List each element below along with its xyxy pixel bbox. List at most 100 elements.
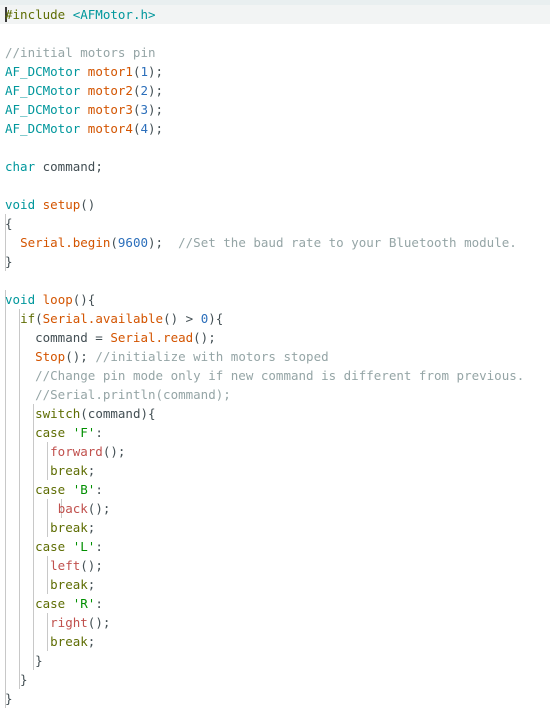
code-token: Stop (35, 349, 66, 364)
code-token: ( (110, 235, 118, 250)
code-line[interactable]: break; (0, 518, 95, 537)
code-token: #include (5, 7, 73, 22)
code-line[interactable]: char command; (0, 157, 103, 176)
code-token: void (5, 197, 36, 212)
code-line[interactable]: case 'R': (0, 594, 103, 613)
code-token: 4 (140, 121, 149, 136)
code-token: ; (87, 520, 96, 535)
code-line[interactable]: AF_DCMotor motor1(1); (0, 62, 163, 81)
code-token: { (5, 216, 13, 231)
code-editor-pane[interactable]: #include <AFMotor.h> //initial motors pin… (0, 0, 550, 718)
code-text-layer[interactable]: #include <AFMotor.h> //initial motors pin… (0, 0, 550, 718)
code-token: motor1 (87, 64, 133, 79)
code-token: char (5, 159, 36, 174)
code-token: 'B' (72, 482, 96, 497)
code-token: : (95, 482, 103, 497)
code-line[interactable]: forward(); (0, 442, 125, 461)
code-token: Serial.read (110, 330, 194, 345)
code-token: Serial.available (42, 311, 164, 326)
code-line[interactable]: back(); (0, 499, 111, 518)
code-line[interactable]: break; (0, 632, 95, 651)
code-token: : (95, 539, 103, 554)
code-line[interactable]: Serial.begin(9600); //Set the baud rate … (0, 233, 517, 252)
code-line[interactable] (0, 176, 5, 195)
code-line[interactable]: } (0, 252, 13, 271)
code-line[interactable]: case 'F': (0, 423, 103, 442)
code-token: 'L' (72, 539, 96, 554)
code-line[interactable]: } (0, 651, 43, 670)
code-token: break (50, 577, 88, 592)
code-token: } (5, 653, 43, 668)
code-token: //Change pin mode only if new command is… (35, 368, 525, 383)
code-line[interactable]: left(); (0, 556, 103, 575)
code-line[interactable] (0, 138, 5, 157)
code-line[interactable]: case 'B': (0, 480, 103, 499)
code-line[interactable]: //initial motors pin (0, 43, 156, 62)
code-token: motor4 (87, 121, 133, 136)
code-line[interactable]: //Serial.println(command); (0, 385, 231, 404)
code-line[interactable]: command = Serial.read(); (0, 328, 216, 347)
code-token: //initial motors pin (5, 45, 156, 60)
code-line[interactable] (0, 24, 5, 43)
code-line[interactable]: if(Serial.available() > 0){ (0, 309, 223, 328)
code-token: //initialize with motors stoped (95, 349, 329, 364)
code-line[interactable]: } (0, 670, 28, 689)
code-token: case (35, 596, 66, 611)
code-line[interactable]: break; (0, 575, 95, 594)
code-token: } (5, 672, 28, 687)
code-token: (); (65, 349, 96, 364)
code-token: 'F' (72, 425, 96, 440)
code-token: case (35, 425, 66, 440)
code-token: void (5, 292, 36, 307)
code-line[interactable]: AF_DCMotor motor2(2); (0, 81, 163, 100)
code-token: command; (35, 159, 103, 174)
code-line[interactable]: case 'L': (0, 537, 103, 556)
code-line[interactable] (0, 271, 5, 290)
code-line[interactable]: } (0, 689, 13, 708)
code-token: AF_DCMotor (5, 102, 81, 117)
code-line[interactable]: //Change pin mode only if new command is… (0, 366, 524, 385)
code-token: } (5, 691, 13, 706)
code-line[interactable]: #include <AFMotor.h> (0, 5, 156, 24)
code-line[interactable]: AF_DCMotor motor3(3); (0, 100, 163, 119)
code-token: ); (148, 102, 164, 117)
code-token: if (20, 311, 36, 326)
code-token: motor3 (87, 102, 133, 117)
code-line[interactable]: void setup() (0, 195, 95, 214)
code-line[interactable]: Stop(); //initialize with motors stoped (0, 347, 329, 366)
code-token: AF_DCMotor (5, 64, 81, 79)
code-line[interactable]: switch(command){ (0, 404, 155, 423)
code-line[interactable]: void loop(){ (0, 290, 95, 309)
code-token: ){ (208, 311, 224, 326)
code-line[interactable]: right(); (0, 613, 110, 632)
code-line[interactable]: { (0, 214, 13, 233)
code-token: ; (87, 634, 96, 649)
code-token: () (80, 197, 96, 212)
code-token: //Serial.println(command); (35, 387, 231, 402)
code-line[interactable]: AF_DCMotor motor4(4); (0, 119, 163, 138)
code-token: (){ (72, 292, 96, 307)
code-token: 9600 (117, 235, 149, 250)
code-line[interactable]: break; (0, 461, 95, 480)
code-token: (); (102, 444, 126, 459)
code-token: case (35, 482, 66, 497)
